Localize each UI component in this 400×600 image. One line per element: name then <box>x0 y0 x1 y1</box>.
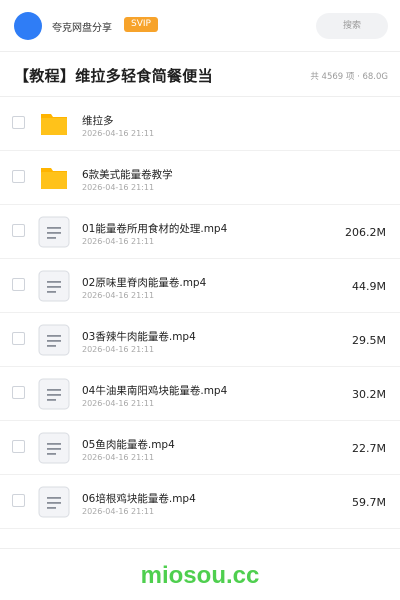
file-name[interactable]: 03香辣牛肉能量卷.mp4 <box>82 329 196 344</box>
video-file-icon <box>38 216 70 248</box>
file-size: 206.2M <box>345 226 386 239</box>
file-date: 2026-04-16 21:11 <box>82 183 155 192</box>
video-file-icon <box>38 432 70 464</box>
row-checkbox[interactable] <box>12 224 25 237</box>
file-name[interactable]: 维拉多 <box>82 113 114 128</box>
row-checkbox[interactable] <box>12 386 25 399</box>
watermark: miosou.cc <box>140 562 260 589</box>
video-file-icon <box>38 324 70 356</box>
file-date: 2026-04-16 21:11 <box>82 507 155 516</box>
file-size: 59.7M <box>352 496 386 509</box>
file-date: 2026-04-16 21:11 <box>82 129 155 138</box>
video-file-icon <box>38 270 70 302</box>
file-row[interactable]: 04牛油果南阳鸡块能量卷.mp4 2026-04-16 21:11 30.2M <box>0 367 400 421</box>
row-checkbox[interactable] <box>12 494 25 507</box>
file-name[interactable]: 05鱼肉能量卷.mp4 <box>82 437 175 452</box>
file-name[interactable]: 06培根鸡块能量卷.mp4 <box>82 491 196 506</box>
search-input[interactable] <box>316 13 388 39</box>
row-checkbox[interactable] <box>12 116 25 129</box>
file-date: 2026-04-16 21:11 <box>82 345 155 354</box>
file-row[interactable]: 06培根鸡块能量卷.mp4 2026-04-16 21:11 59.7M <box>0 475 400 529</box>
row-checkbox[interactable] <box>12 278 25 291</box>
file-row[interactable]: 01能量卷所用食材的处理.mp4 2026-04-16 21:11 206.2M <box>0 205 400 259</box>
folder-icon <box>38 162 70 194</box>
share-meta: 共 4569 项 · 68.0G <box>310 72 388 82</box>
file-date: 2026-04-16 21:11 <box>82 399 155 408</box>
video-file-icon <box>38 486 70 518</box>
file-date: 2026-04-16 21:11 <box>82 291 155 300</box>
file-name[interactable]: 04牛油果南阳鸡块能量卷.mp4 <box>82 383 227 398</box>
bottom-divider <box>0 548 400 549</box>
file-name[interactable]: 01能量卷所用食材的处理.mp4 <box>82 221 227 236</box>
file-size: 44.9M <box>352 280 386 293</box>
file-name[interactable]: 6款美式能量卷教学 <box>82 167 173 182</box>
file-name[interactable]: 02原味里脊肉能量卷.mp4 <box>82 275 206 290</box>
svip-badge[interactable]: SVIP <box>124 17 158 32</box>
row-checkbox[interactable] <box>12 332 25 345</box>
page-title: 【教程】维拉多轻食简餐便当 <box>14 67 213 85</box>
file-date: 2026-04-16 21:11 <box>82 237 155 246</box>
file-row[interactable]: 维拉多 2026-04-16 21:11 <box>0 97 400 151</box>
file-date: 2026-04-16 21:11 <box>82 453 155 462</box>
file-list: 维拉多 2026-04-16 21:11 6款美式能量卷教学 2026-04-16 2… <box>0 97 400 529</box>
file-size: 29.5M <box>352 334 386 347</box>
brand-name: 夸克网盘分享 <box>52 23 112 34</box>
file-row[interactable]: 6款美式能量卷教学 2026-04-16 21:11 <box>0 151 400 205</box>
file-row[interactable]: 03香辣牛肉能量卷.mp4 2026-04-16 21:11 29.5M <box>0 313 400 367</box>
file-row[interactable]: 05鱼肉能量卷.mp4 2026-04-16 21:11 22.7M <box>0 421 400 475</box>
top-bar: 夸克网盘分享 SVIP <box>0 0 400 52</box>
file-row[interactable]: 02原味里脊肉能量卷.mp4 2026-04-16 21:11 44.9M <box>0 259 400 313</box>
file-size: 22.7M <box>352 442 386 455</box>
file-size: 30.2M <box>352 388 386 401</box>
folder-icon <box>38 108 70 140</box>
row-checkbox[interactable] <box>12 170 25 183</box>
share-title-bar: 【教程】维拉多轻食简餐便当 共 4569 项 · 68.0G <box>0 52 400 97</box>
video-file-icon <box>38 378 70 410</box>
avatar[interactable] <box>14 12 42 40</box>
row-checkbox[interactable] <box>12 440 25 453</box>
